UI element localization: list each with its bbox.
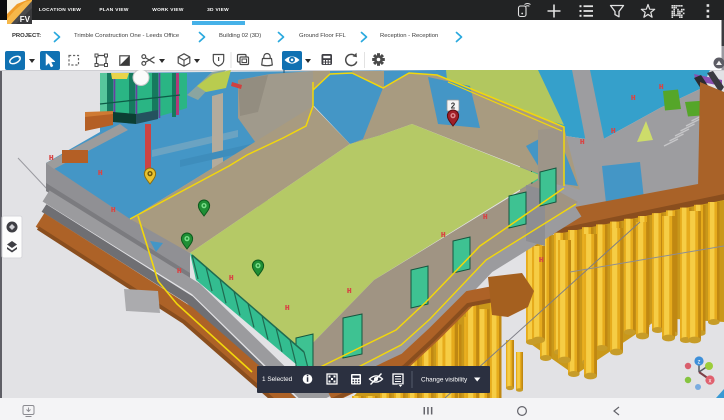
- svg-text:z: z: [698, 360, 701, 366]
- svg-text:x: x: [709, 379, 712, 385]
- svg-text:Change visibility: Change visibility: [421, 377, 468, 384]
- svg-text:2: 2: [451, 102, 456, 111]
